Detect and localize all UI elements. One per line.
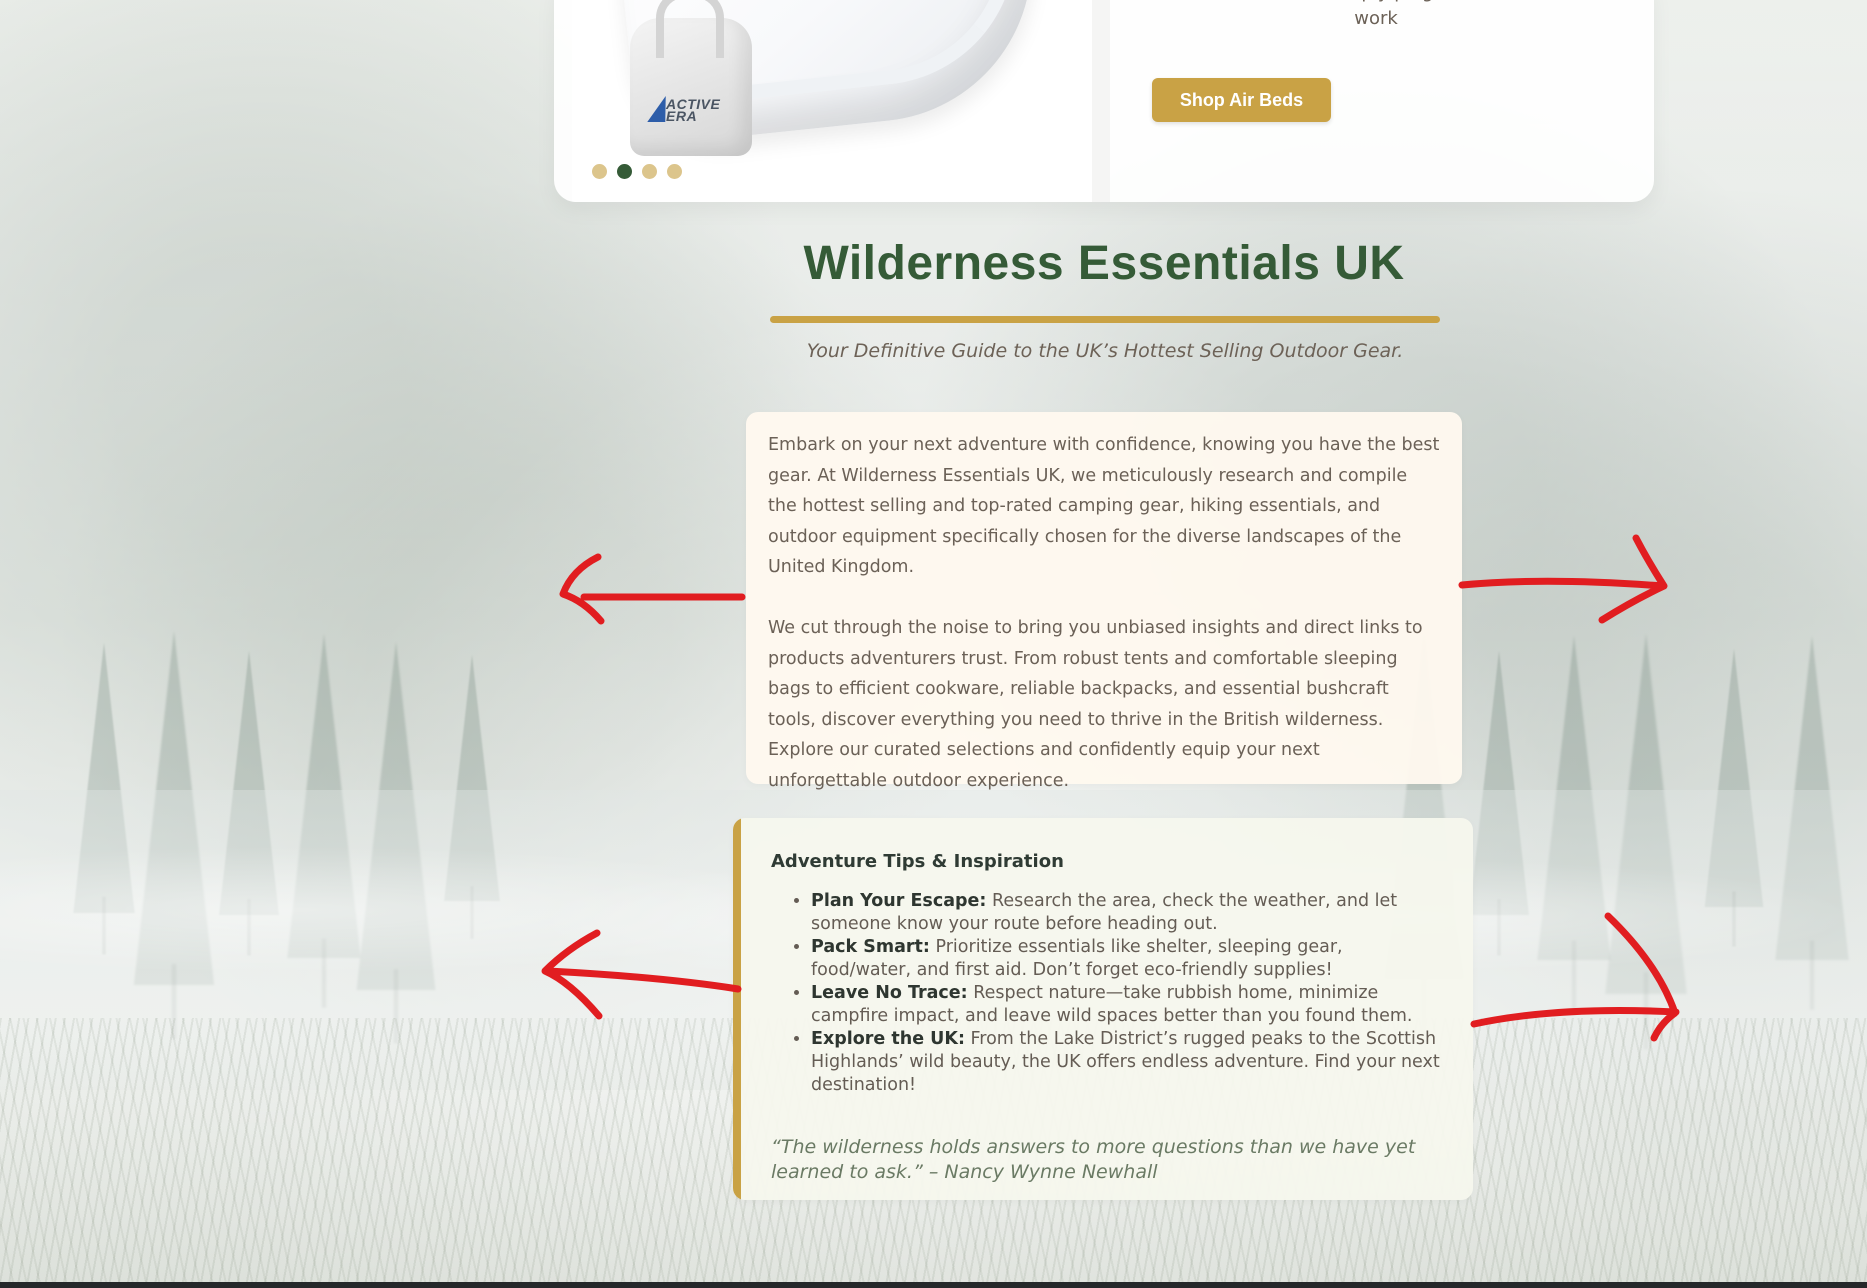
featured-product-card: ACTIVE ERA deflation in minutes – simply… <box>554 0 1654 202</box>
intro-paragraph-1: Embark on your next adventure with confi… <box>768 435 1440 578</box>
product-image-panel: ACTIVE ERA <box>572 0 1110 202</box>
intro-paragraph-2: We cut through the noise to bring you un… <box>768 617 1423 791</box>
tip-item-plan: Plan Your Escape: Research the area, che… <box>811 890 1443 936</box>
tip-item-pack: Pack Smart: Prioritize essentials like s… <box>811 936 1443 982</box>
carousel-dot-2[interactable] <box>617 164 632 179</box>
carousel-dots <box>592 164 682 179</box>
storage-bag-image: ACTIVE ERA <box>630 0 752 156</box>
bottom-browser-bar <box>0 1282 1867 1288</box>
page-subtitle: Your Definitive Guide to the UK’s Hottes… <box>806 340 1404 362</box>
tip-item-explore: Explore the UK: From the Lake District’s… <box>811 1028 1443 1097</box>
adventure-tips-card: Adventure Tips & Inspiration Plan Your E… <box>733 818 1473 1200</box>
tip-label-leave-no-trace: Leave No Trace: <box>811 983 968 1003</box>
red-left-arrow-icon <box>559 553 746 625</box>
shop-air-beds-button[interactable]: Shop Air Beds <box>1152 78 1331 122</box>
carousel-dot-1[interactable] <box>592 164 607 179</box>
title-underline <box>770 316 1440 323</box>
tip-label-plan: Plan Your Escape: <box>811 891 987 911</box>
carousel-dot-4[interactable] <box>667 164 682 179</box>
red-left-arrow-icon <box>541 929 742 1020</box>
active-era-logo-bottom: ERA <box>666 108 698 124</box>
tip-item-leave-no-trace: Leave No Trace: Respect nature—take rubb… <box>811 982 1443 1028</box>
active-era-logo: ACTIVE ERA <box>647 96 732 134</box>
tip-label-explore: Explore the UK: <box>811 1029 965 1049</box>
adventure-tips-title: Adventure Tips & Inspiration <box>771 851 1064 872</box>
red-right-arrow-icon <box>1458 534 1668 624</box>
adventure-tips-list: Plan Your Escape: Research the area, che… <box>771 890 1443 1097</box>
intro-card: Embark on your next adventure with confi… <box>746 412 1462 791</box>
red-right-arrow-icon <box>1470 912 1680 1042</box>
tip-label-pack: Pack Smart: <box>811 937 930 957</box>
inspirational-quote: “The wilderness holds answers to more qu… <box>771 1136 1416 1183</box>
product-description: deflation in minutes – simply plug it in… <box>1129 0 1623 29</box>
carousel-dot-3[interactable] <box>642 164 657 179</box>
page-title: Wilderness Essentials UK <box>803 237 1405 290</box>
